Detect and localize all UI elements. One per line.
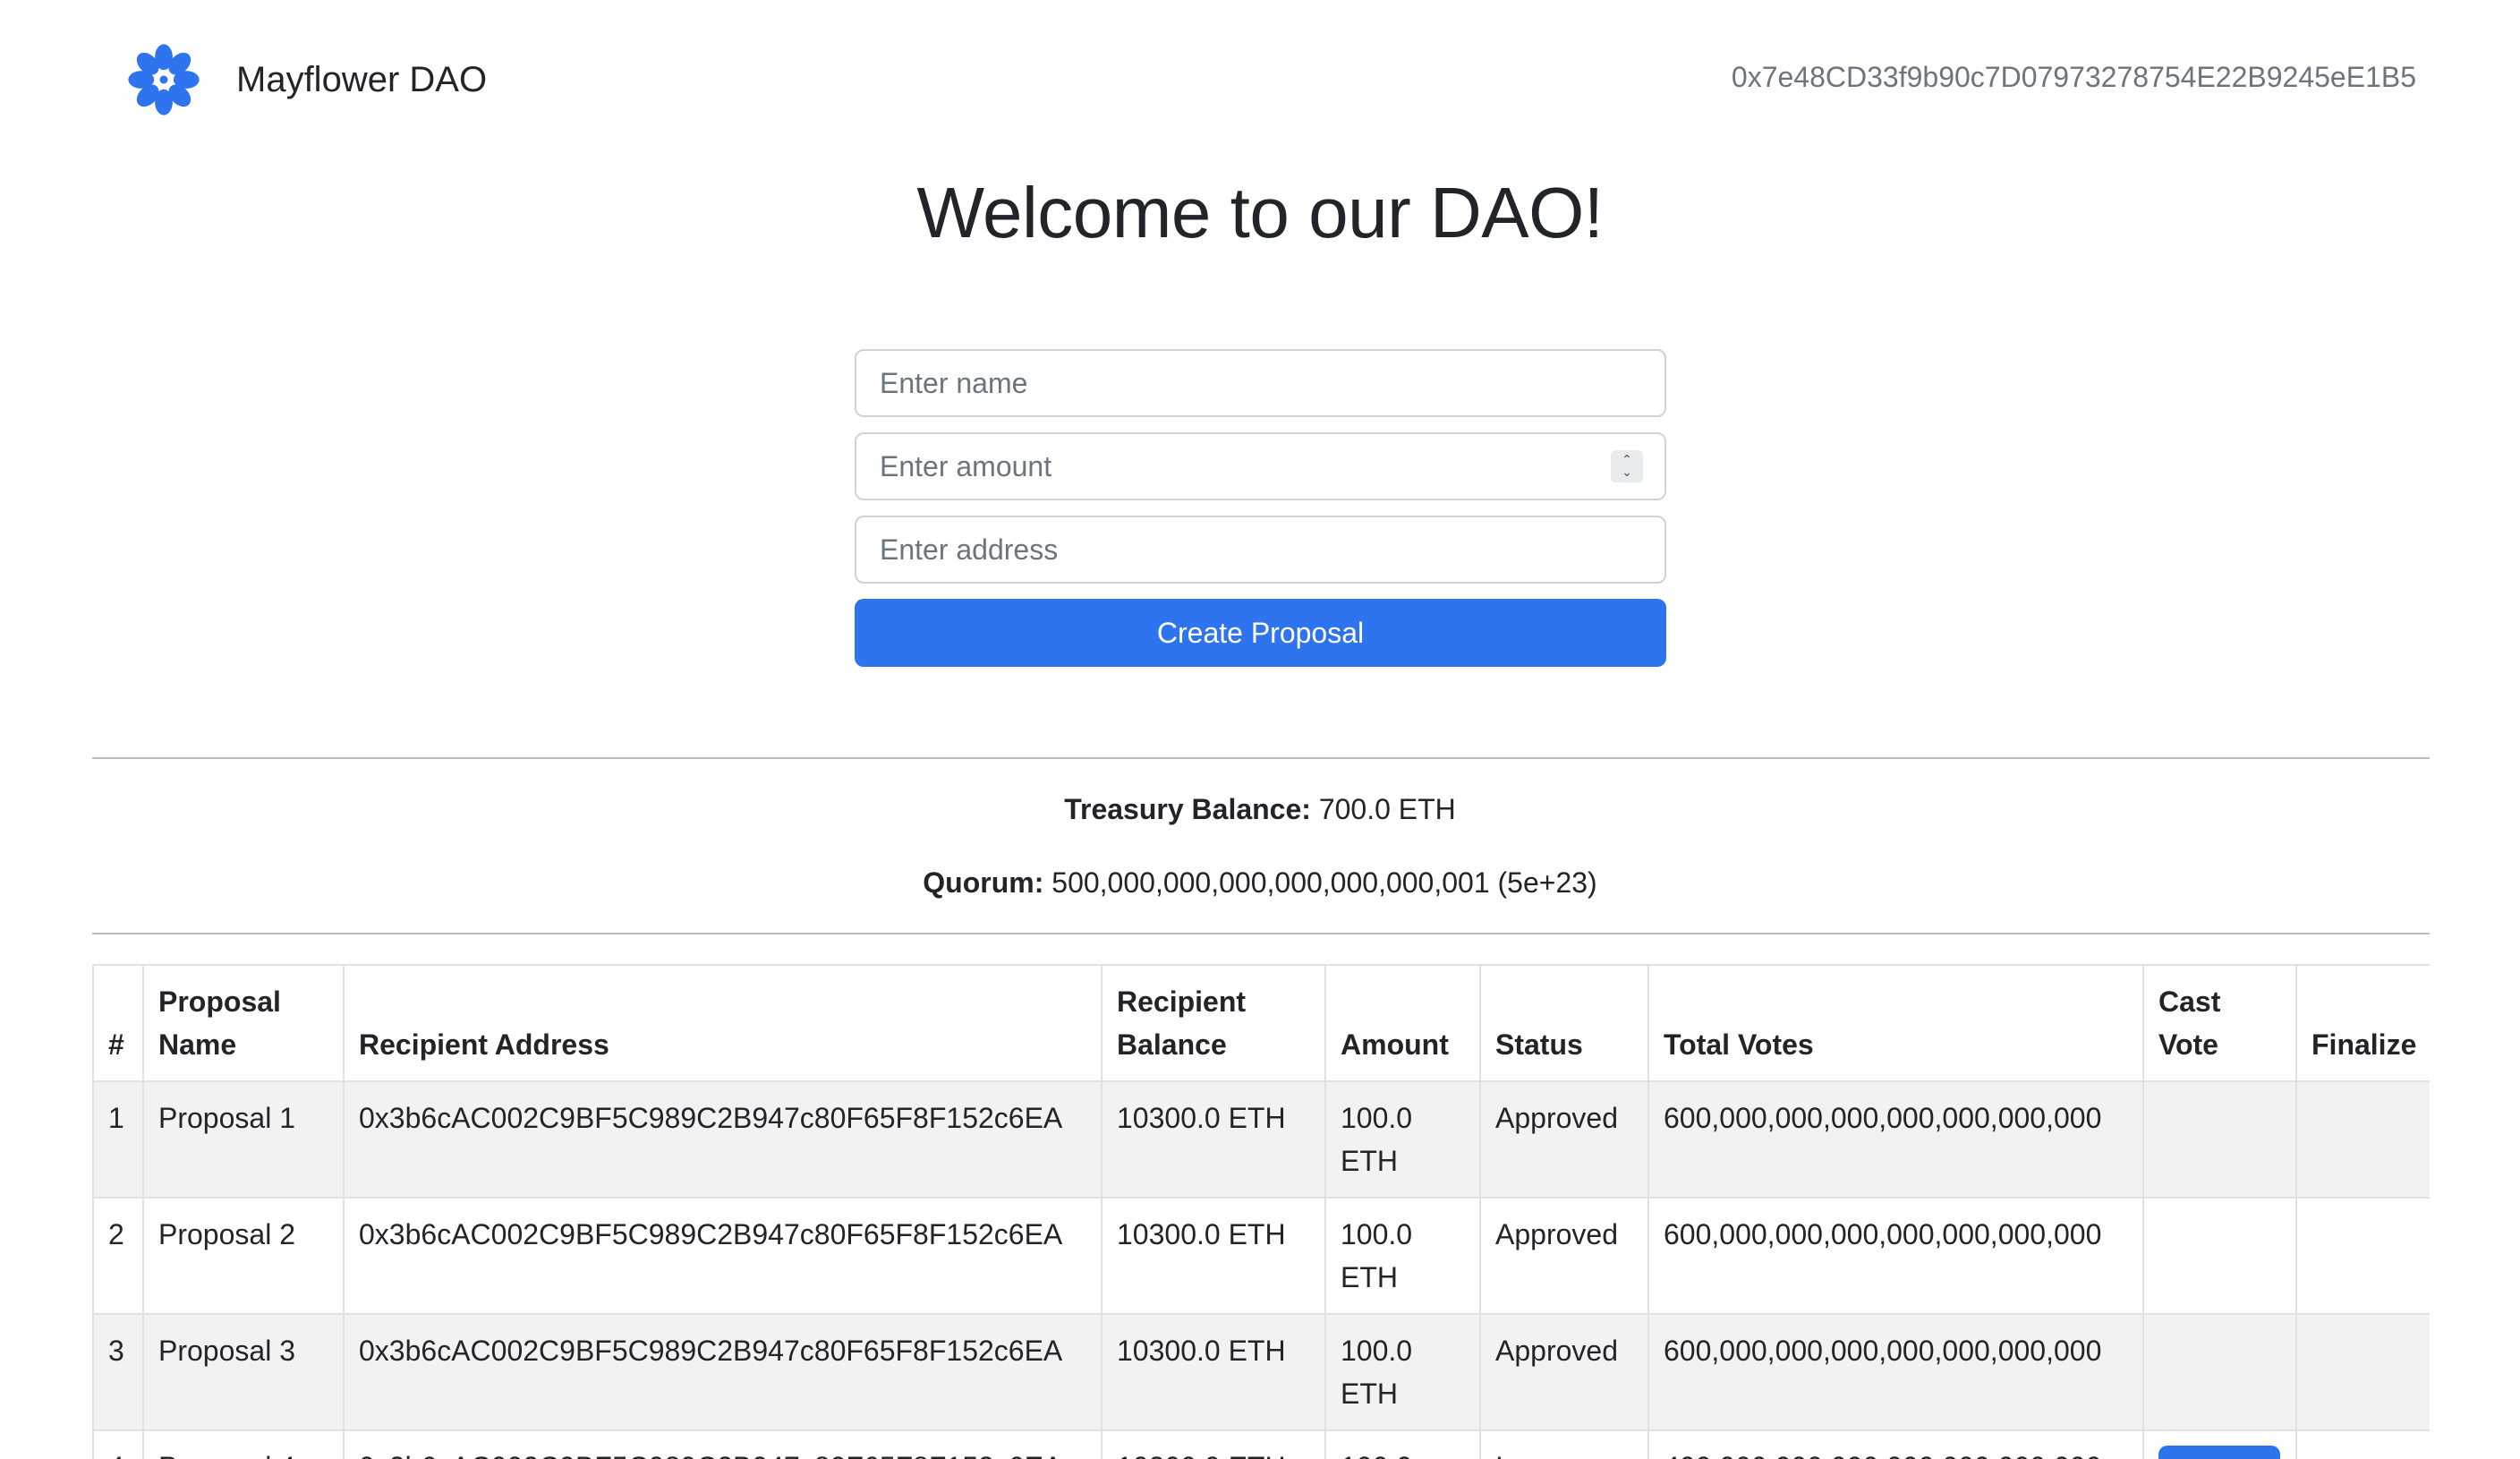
- treasury-label: Treasury Balance:: [1064, 793, 1311, 825]
- create-proposal-button[interactable]: Create Proposal: [855, 599, 1666, 667]
- cell-status: Approved: [1479, 1197, 1649, 1315]
- cell-amount: 100.0 ETH: [1324, 1080, 1481, 1199]
- cell-status: Approved: [1479, 1313, 1649, 1431]
- column-header-proposal-name: Proposal Name: [142, 964, 345, 1082]
- cell-proposal-name: Proposal 1: [142, 1080, 345, 1199]
- brand-name: Mayflower DAO: [236, 59, 488, 99]
- cell-cast-vote: [2142, 1197, 2297, 1315]
- proposals-table-container: # Proposal Name Recipient Address Recipi…: [92, 964, 2430, 1459]
- cell-cast-vote: [2142, 1080, 2297, 1199]
- treasury-value: 700.0 ETH: [1318, 793, 1456, 825]
- cell-cast-vote: [2142, 1429, 2297, 1459]
- quorum: Quorum: 500,000,000,000,000,000,000,001 …: [0, 866, 2520, 900]
- cell-total-votes: 600,000,000,000,000,000,000,000: [1647, 1197, 2144, 1315]
- quorum-label: Quorum:: [923, 866, 1044, 899]
- treasury-balance: Treasury Balance: 700.0 ETH: [0, 793, 2520, 826]
- column-header-total-votes: Total Votes: [1647, 964, 2144, 1082]
- amount-stepper[interactable]: ⌃ ⌄: [1611, 450, 1643, 482]
- cell-recipient-address: 0x3b6cAC002C9BF5C989C2B947c80F65F8F152c6…: [343, 1080, 1102, 1199]
- proposals-table: # Proposal Name Recipient Address Recipi…: [92, 964, 2430, 1459]
- address-input[interactable]: [855, 516, 1666, 584]
- column-header-recipient-address: Recipient Address: [343, 964, 1102, 1082]
- cell-finalize: [2295, 1080, 2430, 1199]
- column-header-amount: Amount: [1324, 964, 1481, 1082]
- cell-total-votes: 600,000,000,000,000,000,000,000: [1647, 1313, 2144, 1431]
- amount-field: ⌃ ⌄: [855, 432, 1666, 500]
- table-row: 3 Proposal 3 0x3b6cAC002C9BF5C989C2B947c…: [92, 1313, 2430, 1431]
- column-header-finalize: Finalize: [2295, 964, 2430, 1082]
- cell-amount: 100.0: [1324, 1429, 1481, 1459]
- cell-proposal-name: Proposal 4: [142, 1429, 345, 1459]
- name-input[interactable]: [855, 349, 1666, 417]
- cell-recipient-address: 0x3b6cAC002C9BF5C989C2B947c80F65F8F152c6…: [343, 1429, 1102, 1459]
- navbar: Mayflower DAO 0x7e48CD33f9b90c7D07973278…: [0, 0, 2520, 161]
- divider: [92, 933, 2430, 934]
- cell-recipient-balance: 10300.0 ETH: [1101, 1313, 1326, 1431]
- column-header-id: #: [92, 964, 144, 1082]
- cell-status: Approved: [1479, 1080, 1649, 1199]
- table-row: 2 Proposal 2 0x3b6cAC002C9BF5C989C2B947c…: [92, 1197, 2430, 1315]
- cell-recipient-balance: 10300.0 ETH: [1101, 1197, 1326, 1315]
- column-header-recipient-balance: Recipient Balance: [1101, 964, 1326, 1082]
- chevron-up-icon[interactable]: ⌃: [1622, 454, 1632, 466]
- flower-logo-icon: [128, 44, 200, 115]
- column-header-cast-vote: Cast Vote: [2142, 964, 2297, 1082]
- vote-button[interactable]: [2158, 1446, 2280, 1459]
- cell-id: 3: [92, 1313, 144, 1431]
- table-row: 4 Proposal 4 0x3b6cAC002C9BF5C989C2B947c…: [92, 1429, 2430, 1459]
- cell-proposal-name: Proposal 3: [142, 1313, 345, 1431]
- proposal-form: ⌃ ⌄ Create Proposal: [855, 349, 1666, 667]
- divider: [92, 757, 2430, 759]
- cell-id: 4: [92, 1429, 144, 1459]
- cell-finalize: [2295, 1429, 2430, 1459]
- cell-total-votes: 600,000,000,000,000,000,000,000: [1647, 1080, 2144, 1199]
- cell-recipient-balance: 10300.0 ETH: [1101, 1429, 1326, 1459]
- quorum-value: 500,000,000,000,000,000,000,001 (5e+23): [1051, 866, 1597, 899]
- cell-id: 1: [92, 1080, 144, 1199]
- cell-proposal-name: Proposal 2: [142, 1197, 345, 1315]
- page-title: Welcome to our DAO!: [916, 173, 1604, 252]
- brand[interactable]: Mayflower DAO: [123, 39, 487, 120]
- table-row: 1 Proposal 1 0x3b6cAC002C9BF5C989C2B947c…: [92, 1080, 2430, 1199]
- cell-recipient-address: 0x3b6cAC002C9BF5C989C2B947c80F65F8F152c6…: [343, 1197, 1102, 1315]
- chevron-down-icon[interactable]: ⌄: [1622, 466, 1632, 479]
- amount-input[interactable]: [855, 432, 1666, 500]
- cell-amount: 100.0 ETH: [1324, 1197, 1481, 1315]
- cell-status: In: [1479, 1429, 1649, 1459]
- cell-cast-vote: [2142, 1313, 2297, 1431]
- table-header-row: # Proposal Name Recipient Address Recipi…: [92, 964, 2430, 1082]
- cell-finalize: [2295, 1313, 2430, 1431]
- account-address: 0x7e48CD33f9b90c7D07973278754E22B9245eE1…: [1731, 61, 2416, 93]
- cell-finalize: [2295, 1197, 2430, 1315]
- cell-recipient-balance: 10300.0 ETH: [1101, 1080, 1326, 1199]
- cell-recipient-address: 0x3b6cAC002C9BF5C989C2B947c80F65F8F152c6…: [343, 1313, 1102, 1431]
- column-header-status: Status: [1479, 964, 1649, 1082]
- cell-total-votes: 400,000,000,000,000,000,000,000: [1647, 1429, 2144, 1459]
- cell-amount: 100.0 ETH: [1324, 1313, 1481, 1431]
- cell-id: 2: [92, 1197, 144, 1315]
